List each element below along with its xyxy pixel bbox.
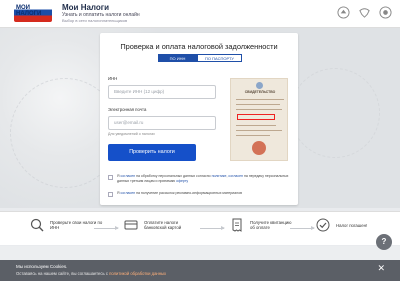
policy-link[interactable]: политике	[212, 174, 227, 178]
step-pay-label: Оплатите налоги банковской картой	[144, 220, 182, 230]
inn-highlight-box	[237, 114, 275, 120]
ministry-emblem-icon	[337, 6, 350, 19]
email-hint: Для уведомлений о налогах	[108, 132, 155, 136]
tax-service-emblem-icon	[379, 6, 392, 19]
card-icon	[124, 220, 138, 230]
eagle-emblem-icon	[359, 8, 370, 18]
logo-text: МОИ НАЛОГИ	[16, 5, 42, 17]
cookie-banner: Мы используем Cookies. Оставаясь на наше…	[0, 260, 400, 281]
inn-input[interactable]: Введите ИНН (12 цифр)	[108, 85, 216, 99]
email-input[interactable]: user@email.ru	[108, 116, 216, 130]
tab-by-passport[interactable]: ПО ПАСПОРТУ	[197, 54, 242, 62]
background-seal-decoration	[290, 68, 380, 158]
brand-note: Выбор в сети налогоплательщиков	[62, 18, 128, 23]
close-icon[interactable]: ✕	[377, 264, 385, 273]
certificate-seal-icon	[252, 141, 266, 155]
receipt-icon	[232, 218, 242, 232]
page-content-below	[0, 246, 400, 260]
consent-mailing-checkbox[interactable]	[108, 192, 113, 197]
tax-check-card: Проверка и оплата налоговой задолженност…	[100, 33, 298, 205]
inn-certificate-sample-image: СВИДЕТЕЛЬСТВО	[230, 78, 288, 161]
consent-link[interactable]: согласен	[121, 174, 136, 178]
moi-nalogi-logo[interactable]: МОИ НАЛОГИ	[14, 3, 52, 22]
tab-by-inn[interactable]: ПО ИНН	[158, 54, 197, 62]
consent-personal-data-checkbox[interactable]	[108, 175, 113, 180]
inn-label: ИНН	[108, 76, 118, 81]
consent-mailing-link[interactable]: согласен	[121, 191, 136, 195]
check-circle-icon	[316, 218, 330, 232]
step-pay: Оплатите налоги банковской картой	[124, 218, 200, 232]
card-title: Проверка и оплата налоговой задолженност…	[120, 42, 278, 51]
certificate-emblem-icon	[256, 82, 263, 89]
offer-link[interactable]: оферту	[176, 179, 188, 183]
site-header: МОИ НАЛОГИ Мои Налоги Узнать и оплатить н…	[0, 0, 400, 28]
how-it-works-steps: Проверьте свои налоги по ИНН Оплатите на…	[0, 211, 400, 245]
search-mode-tabs: ПО ИНН ПО ПАСПОРТУ	[158, 54, 242, 62]
step-arrow	[200, 226, 225, 230]
consent-mailing-text: Я согласен на получение рассылок рекламн…	[117, 191, 242, 195]
search-icon	[30, 218, 44, 232]
step-receipt-label: Получите квитанцию об оплате	[250, 220, 292, 230]
data-policy-link[interactable]: политикой обработки данных	[109, 271, 166, 276]
step-arrow	[290, 226, 315, 230]
step-arrow	[94, 226, 119, 230]
step-check: Проверьте свои налоги по ИНН	[30, 218, 106, 232]
step-done-label: Налог погашен!	[336, 222, 368, 228]
brand-title: Мои Налоги	[62, 3, 110, 12]
help-button[interactable]: ?	[376, 234, 392, 250]
consent-mailing-row: Я согласен на получение рассылок рекламн…	[108, 191, 293, 197]
header-emblems	[337, 6, 392, 19]
email-label: Электронная почта	[108, 107, 147, 112]
cookie-title: Мы используем Cookies.	[16, 264, 68, 269]
consent-personal-data-text: Я согласен на обработку персональных дан…	[117, 174, 289, 183]
consent-personal-data-row: Я согласен на обработку персональных дан…	[108, 174, 293, 183]
step-done: Налог погашен!	[316, 218, 376, 232]
check-taxes-button[interactable]: Проверить налоги	[108, 144, 196, 161]
step-receipt: Получите квитанцию об оплате	[230, 218, 294, 232]
cookie-text: Оставаясь на нашем сайте, вы соглашаетес…	[16, 271, 167, 276]
certificate-heading: СВИДЕТЕЛЬСТВО	[244, 90, 276, 94]
consent-transfer-link[interactable]: согласен	[228, 174, 243, 178]
